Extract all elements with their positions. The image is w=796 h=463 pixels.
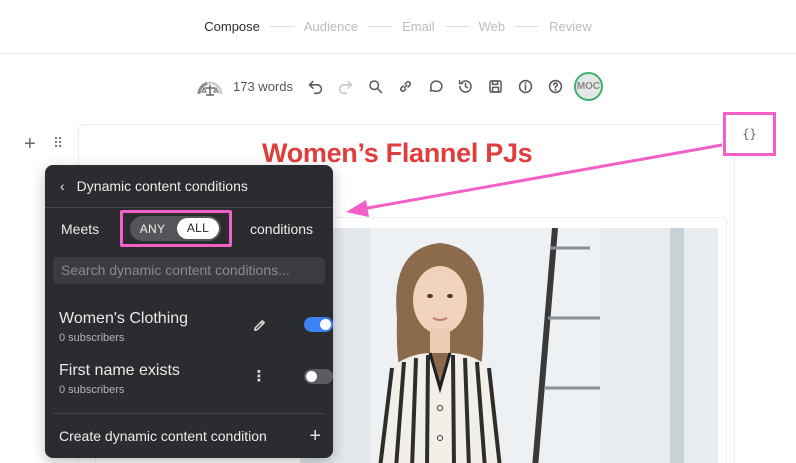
step-separator (269, 26, 294, 27)
toggle-knob (320, 319, 331, 330)
word-count: 173 words (233, 78, 293, 94)
conditions-label: conditions (250, 221, 314, 237)
step-separator (515, 26, 540, 27)
pencil-icon[interactable] (250, 316, 268, 334)
redo-icon[interactable] (331, 71, 361, 101)
condition-subscribers: 0 subscribers (59, 384, 125, 396)
step-review[interactable]: Review (549, 19, 592, 34)
step-web[interactable]: Web (479, 19, 506, 34)
step-separator (444, 26, 469, 27)
create-condition-label: Create dynamic content condition (59, 428, 267, 444)
conditions-search-input[interactable]: Search dynamic content conditions... (53, 257, 325, 284)
help-icon[interactable] (541, 71, 571, 101)
match-any-option[interactable]: ANY (130, 222, 175, 236)
toggle-knob (306, 371, 317, 382)
chevron-left-icon[interactable]: ‹ (60, 178, 65, 194)
avatar[interactable]: MOC (573, 71, 603, 101)
condition-toggle[interactable] (304, 317, 333, 332)
match-all-option[interactable]: ALL (177, 218, 219, 239)
readability-gauge-icon[interactable] (193, 71, 227, 101)
panel-header: ‹ Dynamic content conditions (45, 165, 333, 208)
comment-icon[interactable] (421, 71, 451, 101)
braces-icon: {} (742, 127, 757, 141)
info-icon[interactable] (511, 71, 541, 101)
link-icon[interactable] (391, 71, 421, 101)
condition-item[interactable]: First name exists 0 subscribers ⋮ (59, 362, 333, 396)
step-audience[interactable]: Audience (304, 19, 358, 34)
condition-item[interactable]: Women's Clothing 0 subscribers (59, 310, 333, 344)
dynamic-content-button[interactable]: {} (723, 112, 776, 156)
dynamic-content-panel: ‹ Dynamic content conditions Meets ANY A… (45, 165, 333, 458)
undo-icon[interactable] (301, 71, 331, 101)
create-condition-button[interactable]: Create dynamic content condition + (59, 426, 321, 446)
condition-name: First name exists (59, 362, 180, 379)
editor-toolbar: 173 words MOC (193, 70, 603, 102)
search-icon[interactable] (361, 71, 391, 101)
steps-nav: Compose Audience Email Web Review (0, 0, 796, 54)
more-vertical-icon[interactable]: ⋮ (250, 368, 268, 386)
history-icon[interactable] (451, 71, 481, 101)
step-compose[interactable]: Compose (204, 19, 260, 34)
drag-handle-icon[interactable]: ⠿ (53, 136, 63, 150)
save-icon[interactable] (481, 71, 511, 101)
plus-icon[interactable]: + (309, 426, 321, 446)
panel-title: Dynamic content conditions (76, 178, 248, 194)
product-image[interactable] (300, 228, 718, 463)
meets-label: Meets (61, 221, 100, 237)
condition-subscribers: 0 subscribers (59, 332, 125, 344)
panel-divider (53, 413, 325, 414)
condition-name: Women's Clothing (59, 310, 189, 327)
match-mode-toggle[interactable]: ANY ALL (130, 216, 221, 241)
step-email[interactable]: Email (402, 19, 435, 34)
step-separator (368, 26, 393, 27)
add-block-icon[interactable]: + (24, 134, 36, 154)
condition-toggle[interactable] (304, 369, 333, 384)
